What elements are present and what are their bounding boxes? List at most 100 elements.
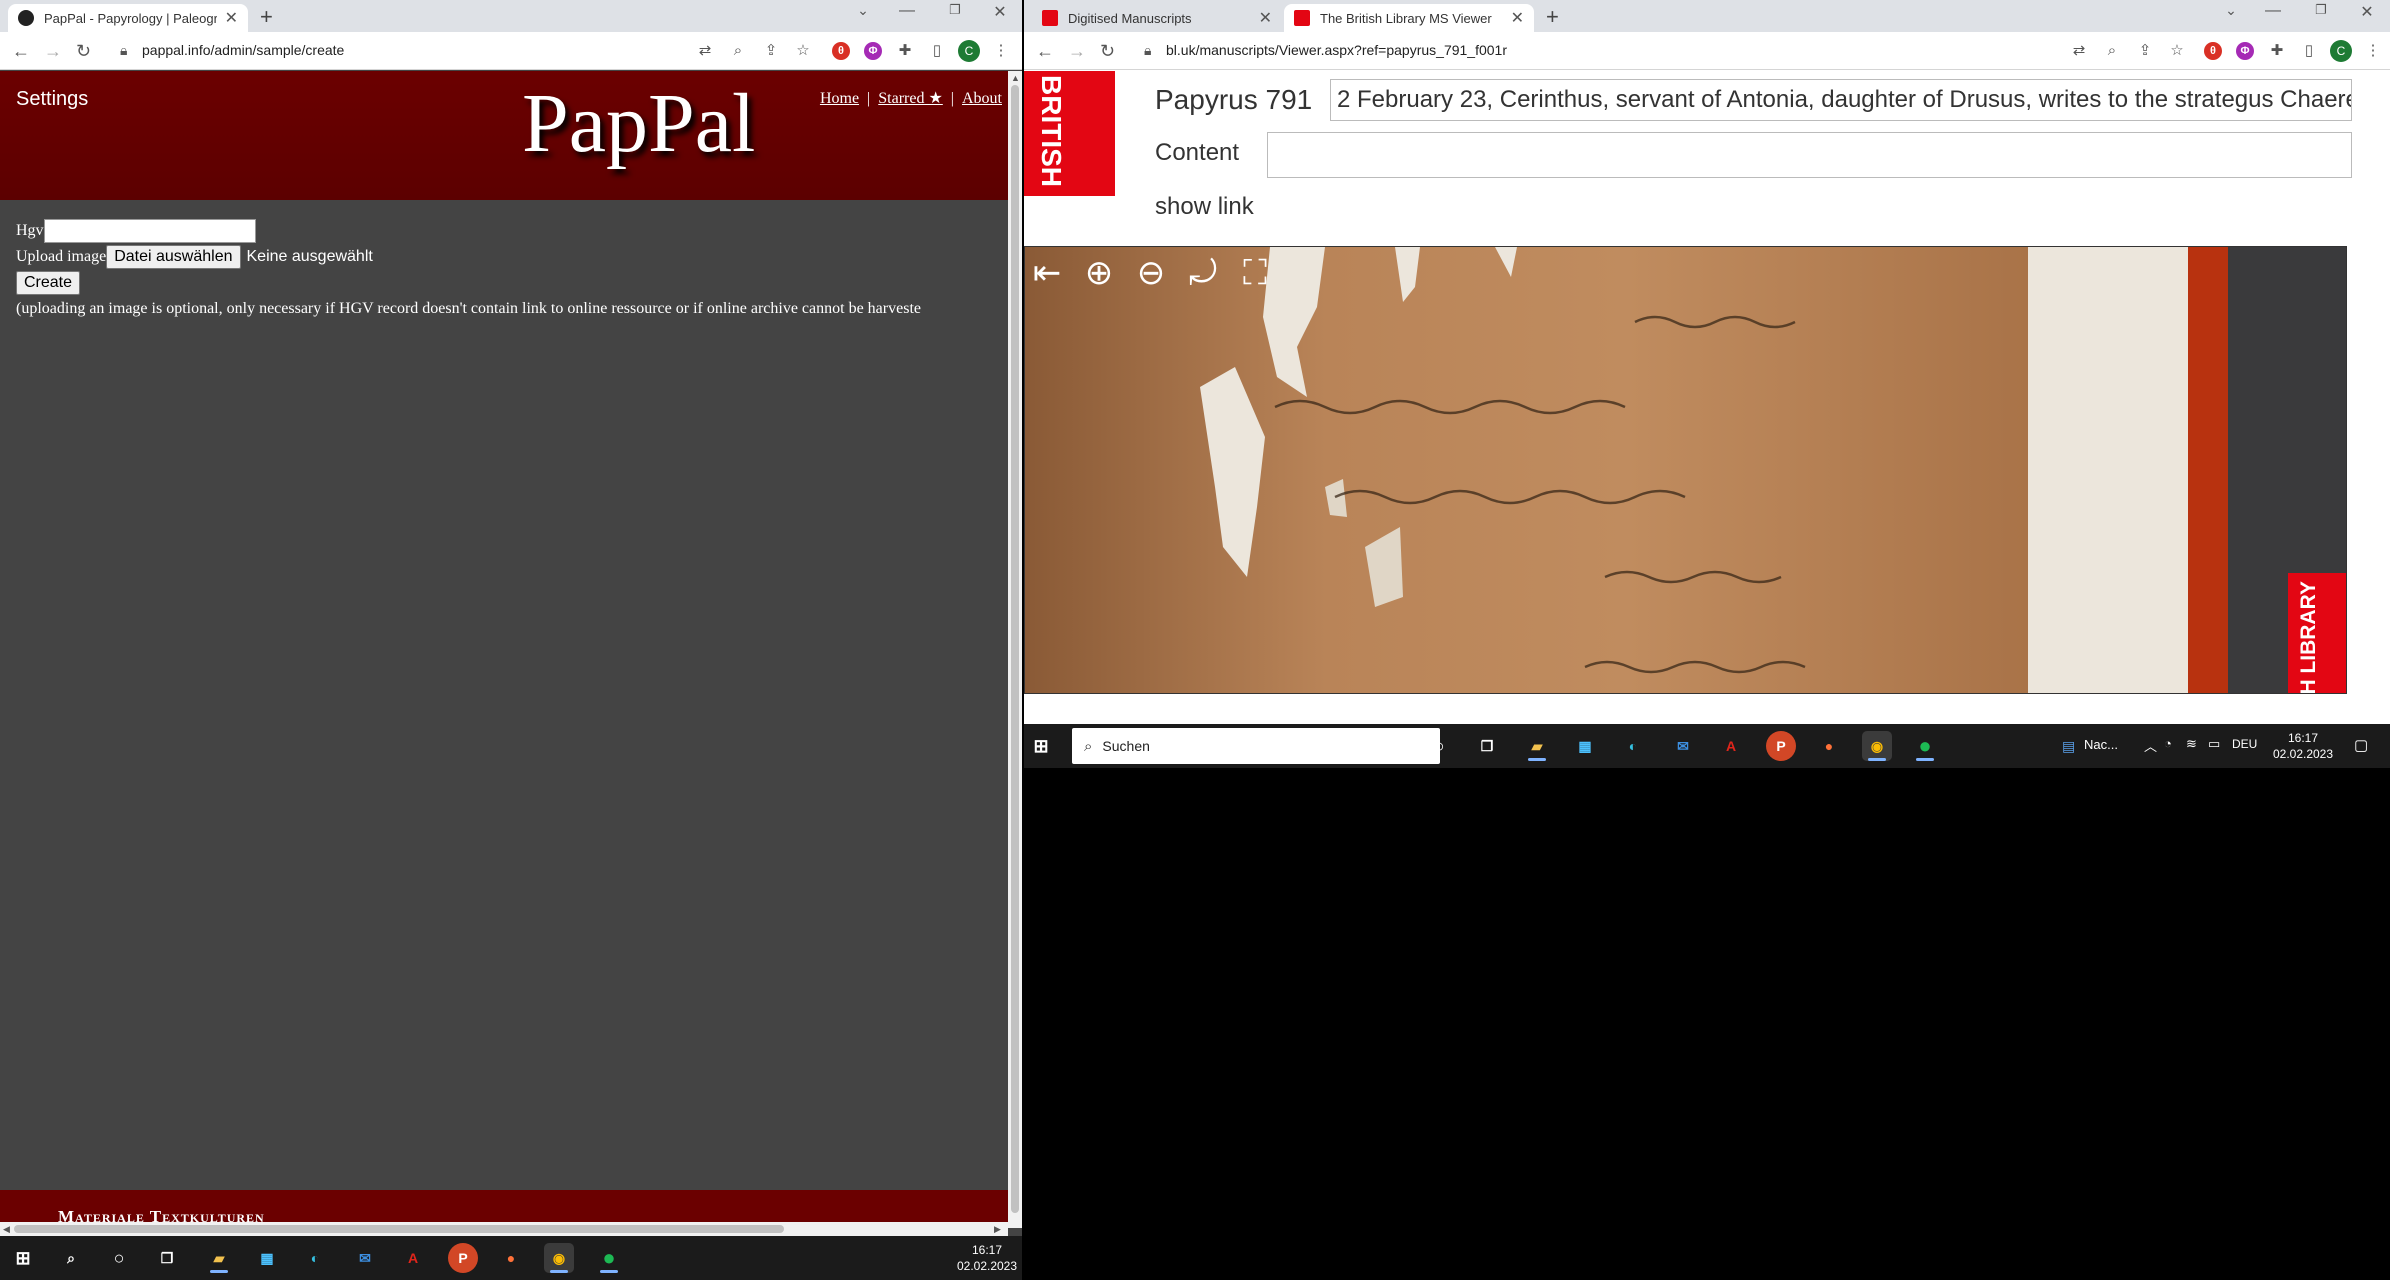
vertical-scroll-thumb[interactable] bbox=[1011, 85, 1019, 1213]
translate-icon[interactable]: ⇄ bbox=[694, 40, 716, 62]
address-bar[interactable]: bl.uk/manuscripts/Viewer.aspx?ref=papyru… bbox=[1166, 42, 1507, 58]
extension-red-icon[interactable]: θ bbox=[832, 42, 850, 60]
bookmark-star-icon[interactable]: ☆ bbox=[792, 40, 814, 62]
side-panel-icon[interactable]: ▯ bbox=[926, 40, 948, 62]
extension-purple-icon[interactable]: Φ bbox=[864, 42, 882, 60]
extension-red-icon[interactable]: θ bbox=[2204, 42, 2222, 60]
windows-start-icon[interactable]: ⊞ bbox=[1026, 731, 1056, 761]
browser-menu-icon[interactable]: ⋮ bbox=[990, 40, 1012, 62]
acrobat-icon[interactable]: A bbox=[1716, 731, 1746, 761]
restore-icon[interactable]: ❐ bbox=[2306, 2, 2336, 18]
task-view-icon[interactable]: ❐ bbox=[1472, 731, 1502, 761]
notification-icon[interactable]: ▢ bbox=[2354, 736, 2368, 754]
fullscreen-icon[interactable]: ⛶ bbox=[1235, 253, 1275, 293]
cortana-icon[interactable]: ○ bbox=[1424, 731, 1454, 761]
chrome-icon[interactable]: ◉ bbox=[1862, 731, 1892, 761]
vertical-scrollbar[interactable]: ▲ bbox=[1008, 71, 1022, 1228]
bookmark-star-icon[interactable]: ☆ bbox=[2166, 40, 2188, 62]
close-tab-icon[interactable]: ✕ bbox=[1259, 8, 1272, 28]
horizontal-scrollbar[interactable]: ◀ ▶ bbox=[0, 1222, 1008, 1236]
tab-search-icon[interactable]: ⌄ bbox=[848, 2, 878, 19]
network-icon[interactable]: ◔ bbox=[2164, 736, 2172, 751]
pappal-logo[interactable]: PapPal bbox=[522, 75, 755, 172]
scroll-up-icon[interactable]: ▲ bbox=[1011, 73, 1020, 83]
share-icon[interactable]: ⇪ bbox=[2134, 40, 2156, 62]
nav-starred-link[interactable]: Starred ★ bbox=[878, 90, 943, 107]
browser-menu-icon[interactable]: ⋮ bbox=[2362, 40, 2384, 62]
powerpoint-icon[interactable]: P bbox=[448, 1243, 478, 1273]
powerpoint-icon[interactable]: P bbox=[1766, 731, 1796, 761]
new-tab-button[interactable]: + bbox=[260, 4, 273, 30]
reload-icon[interactable]: ↻ bbox=[76, 41, 91, 62]
show-hidden-icons-icon[interactable]: ︿ bbox=[2144, 736, 2157, 755]
nav-about-link[interactable]: About bbox=[962, 90, 1002, 107]
minimize-icon[interactable]: — bbox=[892, 2, 922, 20]
tab-search-icon[interactable]: ⌄ bbox=[2216, 2, 2246, 19]
horizontal-scroll-thumb[interactable] bbox=[14, 1225, 784, 1233]
choose-file-button[interactable]: Datei auswählen bbox=[106, 245, 241, 269]
taskbar-search-box[interactable]: ⌕ Suchen bbox=[1072, 728, 1440, 764]
create-button[interactable]: Create bbox=[16, 271, 81, 295]
british-library-logo[interactable]: BRITISH LIBRARY bbox=[1024, 71, 1115, 196]
acrobat-icon[interactable]: A bbox=[398, 1243, 428, 1273]
mail-icon[interactable]: ✉ bbox=[1668, 731, 1698, 761]
spotify-icon[interactable]: ● bbox=[1910, 731, 1940, 761]
content-field[interactable] bbox=[1267, 132, 2352, 178]
papyrus-image[interactable] bbox=[1025, 247, 2347, 694]
cortana-icon[interactable]: ○ bbox=[104, 1243, 134, 1273]
translate-icon[interactable]: ⇄ bbox=[2068, 40, 2090, 62]
extensions-puzzle-icon[interactable]: ✚ bbox=[2266, 40, 2288, 62]
back-icon[interactable]: ← bbox=[12, 41, 30, 62]
store-icon[interactable]: ▦ bbox=[1570, 731, 1600, 761]
close-tab-icon[interactable]: ✕ bbox=[1511, 8, 1524, 28]
zoom-in-icon[interactable]: ⊕ bbox=[1079, 253, 1119, 293]
manuscript-description-field[interactable]: 2 February 23, Cerinthus, servant of Ant… bbox=[1330, 79, 2352, 121]
edge-icon[interactable]: ◐ bbox=[1618, 731, 1648, 761]
minimize-icon[interactable]: — bbox=[2258, 2, 2288, 20]
share-icon[interactable]: ⇪ bbox=[760, 40, 782, 62]
firefox-icon[interactable]: ● bbox=[496, 1243, 526, 1273]
tab-ms-viewer[interactable]: The British Library MS Viewer ✕ bbox=[1284, 4, 1534, 32]
restore-icon[interactable]: ❐ bbox=[940, 2, 970, 18]
task-view-icon[interactable]: ❐ bbox=[152, 1243, 182, 1273]
store-icon[interactable]: ▦ bbox=[252, 1243, 282, 1273]
news-widget-label[interactable]: Nac... bbox=[2084, 737, 2118, 752]
address-bar[interactable]: pappal.info/admin/sample/create bbox=[142, 42, 344, 58]
extension-purple-icon[interactable]: Φ bbox=[2236, 42, 2254, 60]
scroll-left-icon[interactable]: ◀ bbox=[3, 1224, 10, 1235]
lock-icon[interactable]: 🔒︎ bbox=[1144, 42, 1151, 59]
tab-digitised-manuscripts[interactable]: Digitised Manuscripts ✕ bbox=[1032, 4, 1282, 32]
forward-icon[interactable]: → bbox=[44, 41, 62, 62]
close-window-icon[interactable]: ✕ bbox=[2352, 2, 2382, 22]
rotate-icon[interactable]: ⤾ bbox=[1183, 253, 1223, 293]
windows-start-icon[interactable]: ⊞ bbox=[8, 1243, 38, 1273]
profile-avatar[interactable]: C bbox=[2330, 40, 2352, 62]
search-icon[interactable]: ⌕ bbox=[56, 1243, 86, 1273]
lock-icon[interactable]: 🔒︎ bbox=[120, 42, 127, 59]
scroll-right-icon[interactable]: ▶ bbox=[994, 1224, 1001, 1235]
file-explorer-icon[interactable]: ▰ bbox=[204, 1243, 234, 1273]
side-panel-icon[interactable]: ▯ bbox=[2298, 40, 2320, 62]
show-link[interactable]: show link bbox=[1155, 193, 1254, 221]
spotify-icon[interactable]: ● bbox=[594, 1243, 624, 1273]
profile-avatar[interactable]: C bbox=[958, 40, 980, 62]
manuscript-image-viewer[interactable]: ⇤ ⊕ ⊖ ⤾ ⛶ BRITISH LIBRARY bbox=[1024, 246, 2347, 694]
battery-icon[interactable]: ▭ bbox=[2208, 736, 2220, 752]
news-widget-icon[interactable]: ▤ bbox=[2062, 738, 2075, 755]
zoom-out-icon[interactable]: ⊖ bbox=[1131, 253, 1171, 293]
hgv-input[interactable] bbox=[43, 219, 256, 243]
settings-link[interactable]: Settings bbox=[16, 88, 88, 111]
close-window-icon[interactable]: ✕ bbox=[985, 2, 1015, 22]
back-icon[interactable]: ← bbox=[1036, 41, 1054, 62]
wifi-icon[interactable]: ≋ bbox=[2186, 736, 2197, 752]
tab-pappal[interactable]: PapPal - Papyrology | Paleograph ✕ bbox=[8, 4, 248, 32]
zoom-icon[interactable]: ⌕ bbox=[727, 40, 749, 62]
chrome-icon[interactable]: ◉ bbox=[544, 1243, 574, 1273]
file-explorer-icon[interactable]: ▰ bbox=[1522, 731, 1552, 761]
close-tab-icon[interactable]: ✕ bbox=[225, 8, 238, 28]
mail-icon[interactable]: ✉ bbox=[350, 1243, 380, 1273]
reload-icon[interactable]: ↻ bbox=[1100, 41, 1115, 62]
extensions-puzzle-icon[interactable]: ✚ bbox=[894, 40, 916, 62]
nav-home-link[interactable]: Home bbox=[820, 90, 859, 107]
firefox-icon[interactable]: ● bbox=[1814, 731, 1844, 761]
